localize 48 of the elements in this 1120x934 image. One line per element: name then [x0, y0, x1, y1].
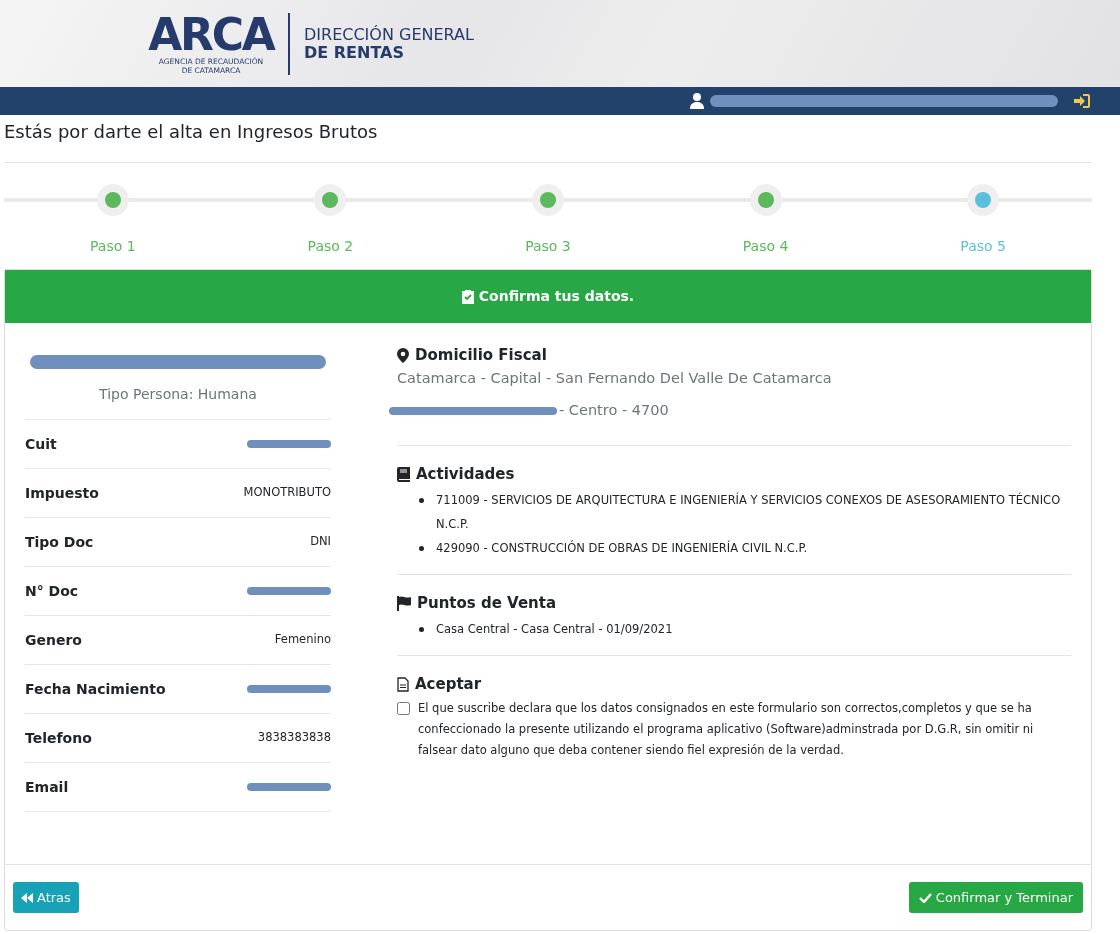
- bullet: [419, 498, 424, 503]
- step-label: Paso 1: [90, 237, 136, 256]
- department-name: DE RENTAS: [304, 43, 405, 62]
- field-label: Tipo Doc: [25, 532, 94, 552]
- list-item: Casa Central - Casa Central - 01/09/2021: [436, 621, 673, 638]
- confirm-button[interactable]: Confirmar y Terminar: [908, 882, 1083, 913]
- accept-checkbox[interactable]: [397, 702, 410, 715]
- department-name: DIRECCIÓN GENERAL: [304, 25, 474, 44]
- list-item: 429090 - CONSTRUCCIÓN DE OBRAS DE INGENIERÍA CIVIL N.C.P.: [436, 539, 808, 557]
- field-value: 3838383838: [257, 729, 331, 747]
- map-pin-icon: [397, 347, 409, 363]
- document-icon: [397, 676, 409, 692]
- address-line: - Centro - 4700: [559, 401, 669, 421]
- field-label: Fecha Nacimiento: [25, 679, 166, 699]
- back-button[interactable]: Atras: [13, 882, 79, 913]
- page-title: Estás por darte el alta en Ingresos Brutos: [4, 120, 379, 144]
- section-title: Domicilio Fiscal: [415, 344, 547, 366]
- field-label: Cuit: [25, 434, 57, 454]
- clipboard-check-icon: [461, 289, 474, 304]
- double-left-icon: [21, 892, 33, 903]
- step-label: Paso 2: [307, 237, 354, 256]
- checkmark-icon: [918, 892, 932, 903]
- field-label: Telefono: [25, 728, 92, 748]
- section-title: Puntos de Venta: [417, 592, 557, 614]
- flag-icon: [397, 595, 411, 611]
- section-title: Actividades: [416, 463, 515, 485]
- step-label: Paso 3: [525, 237, 571, 256]
- bullet: [419, 546, 424, 551]
- field-label: Email: [25, 777, 69, 797]
- arca-logo: ARCA: [148, 12, 274, 57]
- user-icon: [690, 93, 704, 109]
- field-value: DNI: [310, 533, 331, 551]
- section-title: Aceptar: [415, 673, 482, 695]
- step-label: Paso 4: [742, 237, 789, 256]
- field-value: MONOTRIBUTO: [243, 484, 331, 502]
- book-icon: [397, 466, 410, 482]
- field-label: Impuesto: [25, 483, 99, 503]
- address-line: Catamarca - Capital - San Fernando Del Valle De Catamarca: [397, 369, 832, 389]
- step-label: Paso 5: [960, 237, 1006, 256]
- declaration-text: El que suscribe declara que los datos consignados en este formulario son correctos,completos y que se ha confeccionado la presente utilizando el programa aplicativo (Software)adminstrada por D.G.R, sin omitir ni falsear dato alguno que deba contener siendo fiel expresión de la verdad.: [418, 700, 1035, 759]
- field-label: N° Doc: [25, 581, 79, 601]
- person-type: Tipo Persona: Humana: [98, 385, 258, 404]
- list-item: 711009 - SERVICIOS DE ARQUITECTURA E INGENIERÍA Y SERVICIOS CONEXOS DE ASESORAMIENTO TÉCNICO N.C.P.: [436, 491, 1062, 533]
- card-title: Confirma tus datos.: [478, 287, 635, 306]
- field-label: Genero: [25, 630, 82, 650]
- sign-in-icon: [1074, 94, 1090, 108]
- bullet: [419, 627, 424, 632]
- field-value: Femenino: [274, 631, 331, 649]
